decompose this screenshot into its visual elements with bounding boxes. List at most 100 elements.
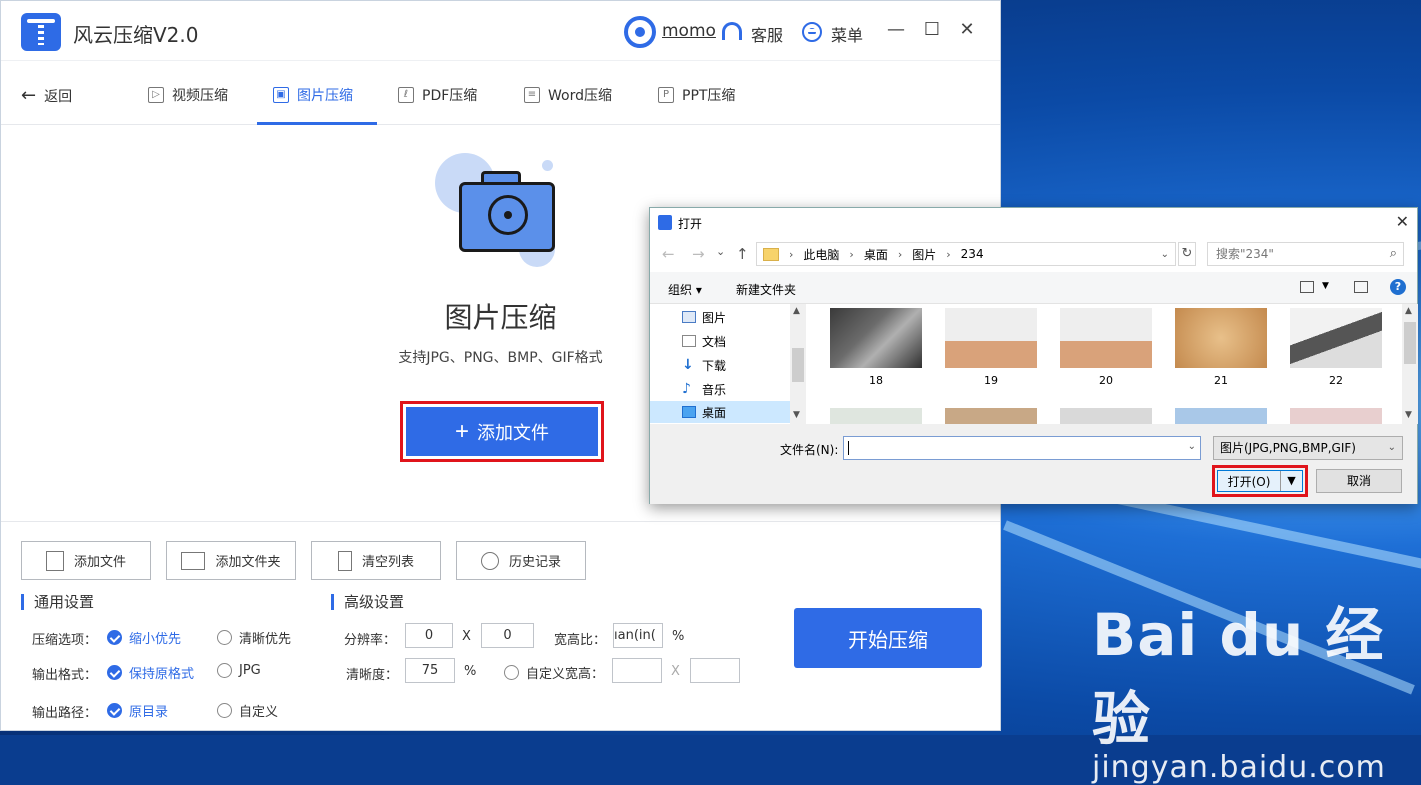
scroll-thumb[interactable] [792, 348, 804, 382]
menu-button[interactable]: 菜单 [831, 22, 863, 46]
scroll-up-icon[interactable]: ▲ [1405, 306, 1412, 316]
watermark-url: jingyan.baidu.com [1092, 750, 1386, 785]
refresh-icon[interactable]: ↻ [1178, 242, 1196, 266]
tab-label: 视频压缩 [172, 88, 228, 104]
breadcrumb-item[interactable]: 图片 [912, 246, 936, 263]
maximize-button[interactable]: ☐ [921, 19, 943, 40]
breadcrumb-item[interactable]: 此电脑 [803, 246, 839, 263]
history-button[interactable]: 历史记录 [456, 541, 586, 580]
scroll-down-icon[interactable]: ▼ [1405, 410, 1412, 420]
filetype-select[interactable]: 图片(JPG,PNG,BMP,GIF) ⌄ [1213, 436, 1403, 460]
back-button[interactable]: ← 返回 [21, 85, 72, 106]
filename-input[interactable]: ⌄ [843, 436, 1201, 460]
search-icon: ⌕ [1389, 246, 1397, 261]
chevron-down-icon[interactable]: ⌄ [1161, 249, 1169, 260]
open-dropdown-icon[interactable]: ▼ [1280, 471, 1302, 491]
tab-image[interactable]: ▣ 图片压缩 [273, 85, 353, 105]
aspect-ratio-input[interactable]: ıan(in( [613, 623, 663, 648]
radio-clarity-priority[interactable]: 清晰优先 [217, 628, 291, 647]
radio-custom-dir[interactable]: 自定义 [217, 701, 278, 720]
resolution-width-input[interactable]: 0 [405, 623, 453, 648]
files-scrollbar[interactable]: ▲ ▼ [1402, 304, 1418, 424]
image-thumbnail[interactable] [1290, 408, 1382, 424]
add-folder-button[interactable]: 添加文件夹 [166, 541, 296, 580]
active-tab-indicator [257, 122, 377, 125]
radio-custom-size[interactable]: 自定义宽高： [504, 663, 604, 682]
scroll-up-icon[interactable]: ▲ [793, 306, 800, 316]
tree-scrollbar[interactable]: ▲ ▼ [790, 304, 806, 424]
scroll-down-icon[interactable]: ▼ [793, 410, 800, 420]
file-item[interactable]: 18 [830, 308, 922, 387]
minimize-button[interactable]: — [885, 19, 907, 40]
radio-label: 原目录 [129, 705, 169, 720]
user-name-link[interactable]: momo [662, 21, 716, 41]
radio-size-priority[interactable]: 缩小优先 [107, 628, 181, 647]
breadcrumb-item[interactable]: 桌面 [864, 246, 888, 263]
video-file-icon: ▷ [148, 87, 164, 103]
search-input[interactable]: 搜索"234" ⌕ [1207, 242, 1404, 266]
chevron-right-icon: › [789, 247, 794, 261]
radio-original-dir[interactable]: 原目录 [107, 701, 168, 720]
aspect-ratio-label: 宽高比： [554, 633, 607, 648]
start-compress-button[interactable]: 开始压缩 [794, 608, 982, 668]
scroll-thumb[interactable] [1404, 322, 1416, 364]
radio-jpg[interactable]: JPG [217, 663, 261, 678]
image-thumbnail[interactable] [830, 408, 922, 424]
image-thumbnail[interactable] [1175, 408, 1267, 424]
clarity-input[interactable]: 75 [405, 658, 455, 683]
recent-dropdown-icon[interactable]: ⌄ [716, 245, 725, 258]
tree-item-music[interactable]: ♪ 音乐 [682, 378, 787, 400]
tree-item-downloads[interactable]: ↓ 下载 [682, 354, 787, 376]
up-arrow-icon[interactable]: ↑ [736, 245, 749, 263]
file-item[interactable]: 20 [1060, 308, 1152, 387]
cancel-button[interactable]: 取消 [1316, 469, 1402, 493]
pdf-file-icon: ℓ [398, 87, 414, 103]
file-name: 21 [1214, 374, 1228, 387]
chevron-down-icon[interactable]: ⌄ [1188, 441, 1196, 452]
add-file-toolbar-button[interactable]: 添加文件 [21, 541, 151, 580]
file-item[interactable]: 22 [1290, 308, 1382, 387]
file-item[interactable]: 21 [1175, 308, 1267, 387]
file-item[interactable]: 19 [945, 308, 1037, 387]
tab-video[interactable]: ▷ 视频压缩 [148, 85, 228, 105]
tree-item-desktop[interactable]: 桌面 [650, 401, 790, 423]
image-thumbnail [1060, 308, 1152, 368]
resolution-height-input[interactable]: 0 [481, 623, 534, 648]
custom-width-input[interactable] [612, 658, 662, 683]
back-arrow-icon[interactable]: ← [662, 245, 675, 263]
address-bar[interactable]: › 此电脑 › 桌面 › 图片 › 234 ⌄ [756, 242, 1176, 266]
user-avatar-icon[interactable] [624, 16, 656, 48]
add-file-button[interactable]: + 添加文件 [406, 407, 598, 456]
new-folder-button[interactable]: 新建文件夹 [736, 281, 796, 298]
forward-arrow-icon[interactable]: → [692, 245, 705, 263]
chevron-right-icon: › [897, 247, 903, 261]
image-thumbnail[interactable] [945, 408, 1037, 424]
open-button[interactable]: 打开(O) ▼ [1217, 470, 1303, 492]
menu-icon[interactable] [802, 22, 822, 42]
tab-ppt[interactable]: P PPT压缩 [658, 85, 735, 105]
radio-keep-format[interactable]: 保持原格式 [107, 663, 194, 682]
image-thumbnail[interactable] [1060, 408, 1152, 424]
image-thumbnail [830, 308, 922, 368]
headset-icon[interactable] [722, 22, 742, 40]
tree-item-pictures[interactable]: 图片 [682, 306, 787, 328]
tree-item-documents[interactable]: 文档 [682, 330, 787, 352]
close-button[interactable]: ✕ [956, 19, 978, 40]
baidu-watermark: Bai du 经验 jingyan.baidu.com [1092, 588, 1421, 785]
preview-pane-icon[interactable] [1354, 281, 1368, 293]
open-file-dialog: 打开 ✕ ← → ⌄ ↑ › 此电脑 › 桌面 › 图片 › 234 ⌄ ↻ 搜… [649, 207, 1418, 504]
dialog-close-button[interactable]: ✕ [1396, 212, 1409, 231]
radio-checked-icon [107, 630, 122, 645]
breadcrumb-item[interactable]: 234 [961, 247, 984, 261]
view-mode-icon[interactable] [1300, 281, 1314, 293]
path-label: 输出路径： [32, 706, 98, 721]
tab-word[interactable]: ≡ Word压缩 [524, 85, 612, 105]
view-dropdown-icon[interactable]: ▼ [1322, 281, 1329, 291]
organize-menu[interactable]: 组织 ▾ [668, 281, 702, 298]
clear-list-button[interactable]: 清空列表 [311, 541, 441, 580]
custom-height-input[interactable] [690, 658, 740, 683]
tab-pdf[interactable]: ℓ PDF压缩 [398, 85, 477, 105]
app-logo-icon [21, 13, 61, 51]
help-icon[interactable]: ? [1390, 279, 1406, 295]
support-button[interactable]: 客服 [751, 22, 783, 46]
